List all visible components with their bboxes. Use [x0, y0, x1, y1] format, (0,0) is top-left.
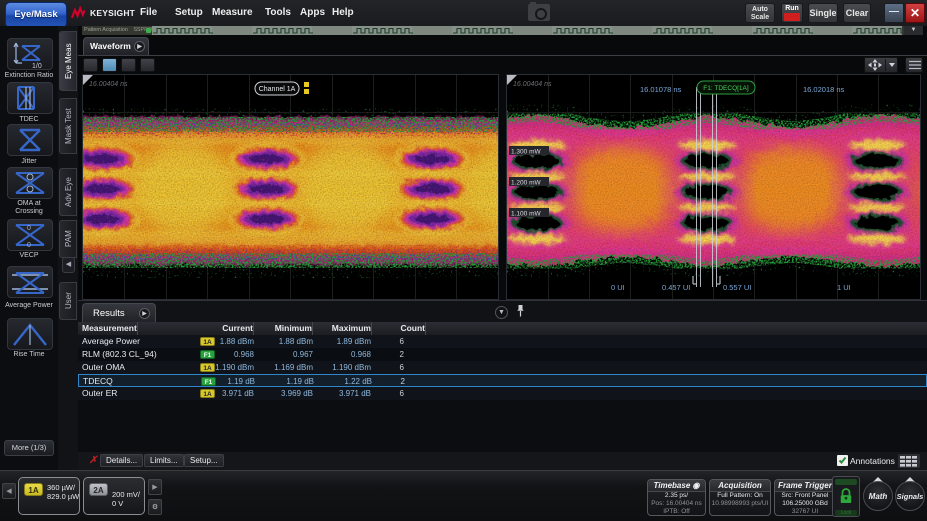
svg-text:0: 0: [27, 242, 31, 249]
svg-text:16.01078 ns: 16.01078 ns: [640, 85, 682, 94]
svg-text:16.00404 ns: 16.00404 ns: [89, 81, 128, 88]
svg-text:1.200 mW: 1.200 mW: [511, 180, 541, 187]
svg-text:0 UI: 0 UI: [611, 283, 625, 292]
svg-text:1.100 mW: 1.100 mW: [511, 211, 541, 218]
svg-text:1 UI: 1 UI: [837, 283, 851, 292]
svg-text:0.457 UI: 0.457 UI: [662, 283, 690, 292]
svg-text:1.300 mW: 1.300 mW: [511, 149, 541, 156]
svg-text:0.557 UI: 0.557 UI: [723, 283, 751, 292]
svg-text:16.00404 ns: 16.00404 ns: [513, 81, 552, 88]
svg-text:16.02018 ns: 16.02018 ns: [803, 85, 845, 94]
svg-text:Channel 1A: Channel 1A: [259, 86, 296, 93]
svg-text:1/0: 1/0: [32, 63, 42, 70]
svg-text:0: 0: [27, 225, 31, 232]
svg-text:F1: TDECQ[1A]: F1: TDECQ[1A]: [703, 85, 749, 92]
